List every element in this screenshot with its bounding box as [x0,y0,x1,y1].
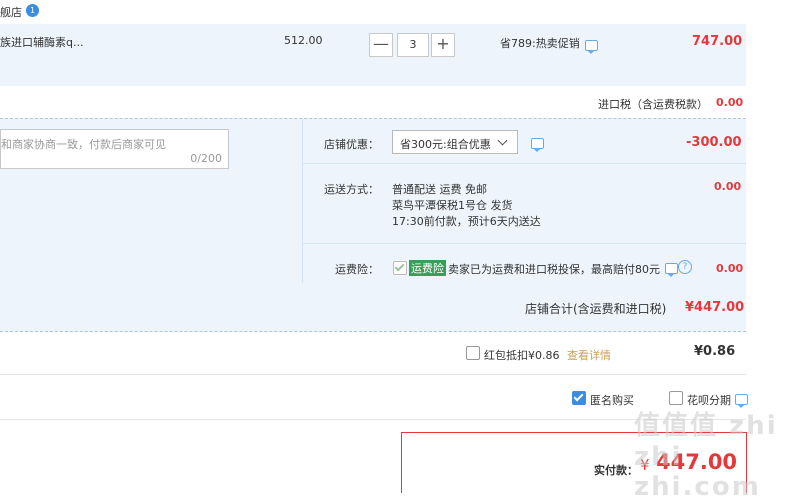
huabei-chat-icon[interactable] [735,394,748,408]
red-packet-checkbox[interactable] [466,346,480,360]
shop-discount-selected: 省300元:组合优惠 [400,138,491,151]
import-tax-value: 0.00 [716,96,744,109]
panel-row-divider-2 [303,243,746,244]
message-textarea[interactable]: 和商家协商一致，付款后商家可见 0/200 [0,129,229,169]
red-packet-details-link[interactable]: 查看详情 [567,347,611,363]
item-name[interactable]: 族进口辅酶素q... [0,34,83,50]
shop-discount-label: 店铺优惠： [324,138,379,151]
quantity-input[interactable]: 3 [397,33,429,57]
item-promo: 省789:热卖促销 [500,37,580,50]
payment-label: 实付款： [594,464,638,477]
freight-insurance-text: 卖家已为运费和进口税投保，最高赔付80元 [448,263,660,276]
item-total: 747.00 [692,34,743,49]
shop-discount-value: -300.00 [686,135,742,150]
shop-total-value: ¥447.00 [685,300,745,315]
shop-total-label: 店铺合计(含运费和进口税) [525,302,667,316]
message-counter: 0/200 [190,152,222,165]
red-packet-label: 红包抵扣¥0.86 [484,349,560,362]
discount-chat-icon[interactable] [531,138,544,152]
shop-name[interactable]: 舰店 [0,4,22,20]
import-tax-label: 进口税（含运费税款） [598,98,708,111]
shipping-label: 运送方式： [324,183,379,196]
shop-badge-icon: 1 [26,4,39,17]
message-placeholder: 和商家协商一致，付款后商家可见 [1,138,166,151]
red-packet-value: ¥0.86 [694,344,736,359]
shipping-line-1: 普通配送 运费 免邮 [392,183,487,196]
quantity-plus-button[interactable]: + [431,33,455,57]
help-icon[interactable]: ? [678,260,692,274]
panel-row-divider-1 [303,163,746,164]
anonymous-label: 匿名购买 [590,394,634,407]
freight-insurance-value: 0.00 [716,262,744,275]
quantity-minus-button[interactable]: — [369,33,393,57]
insurance-chat-icon[interactable] [665,263,678,277]
panel-divider [302,119,303,283]
shop-discount-select[interactable]: 省300元:组合优惠 [392,130,518,154]
shipping-value: 0.00 [714,180,742,193]
freight-insurance-tag: 运费险 [409,260,446,276]
shipping-line-3: 17:30前付款，预计6天内送达 [392,215,541,228]
watermark: 值​值​值 zhi zhi zhi.com [634,411,778,502]
item-unit-price: 512.00 [284,34,323,47]
promo-chat-icon[interactable] [585,40,598,54]
separator-line [0,374,746,375]
freight-insurance-label: 运费险： [335,263,379,276]
huabei-checkbox[interactable] [669,391,683,405]
shipping-line-2: 菜鸟平潭保税1号仓 发货 [392,199,513,212]
chevron-down-icon [497,135,508,146]
